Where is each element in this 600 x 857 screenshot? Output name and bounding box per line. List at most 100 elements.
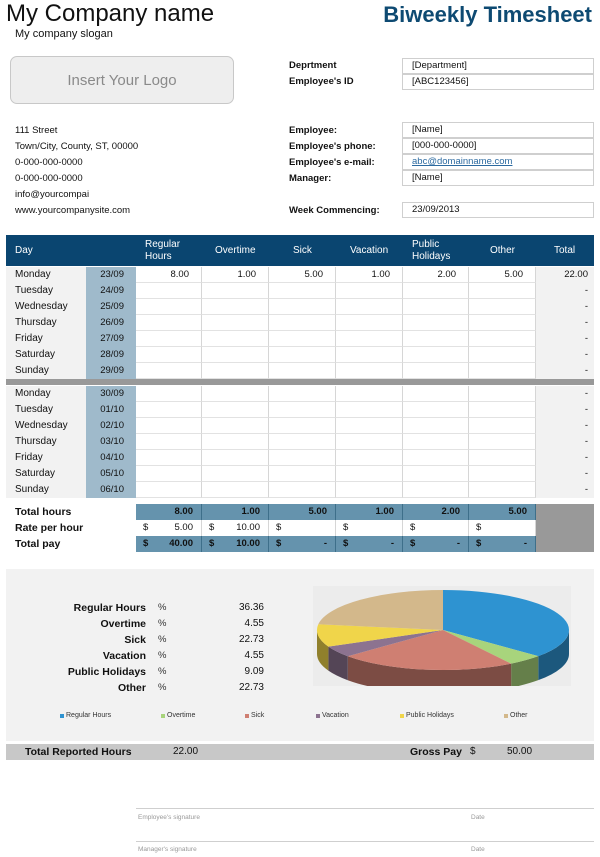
regular-cell[interactable] xyxy=(136,482,202,498)
regular-cell[interactable] xyxy=(136,402,202,418)
department-field[interactable]: [Department] xyxy=(402,58,594,74)
manager-signature-line[interactable] xyxy=(136,841,594,842)
sick-cell[interactable] xyxy=(269,450,336,466)
week-commencing-field[interactable]: 23/09/2013 xyxy=(402,202,594,218)
sick-cell[interactable] xyxy=(269,283,336,299)
vacation-cell[interactable] xyxy=(336,347,403,363)
regular-cell[interactable] xyxy=(136,315,202,331)
rate-per-hour-overtime[interactable]: $10.00 xyxy=(202,520,269,536)
email-field[interactable]: abc@domainname.com xyxy=(402,154,594,170)
vacation-cell[interactable]: 1.00 xyxy=(336,267,403,283)
overtime-cell[interactable] xyxy=(202,466,269,482)
sick-cell[interactable] xyxy=(269,418,336,434)
other-cell[interactable] xyxy=(469,299,536,315)
vacation-cell[interactable] xyxy=(336,450,403,466)
sick-cell[interactable] xyxy=(269,402,336,418)
employee-signature-line[interactable] xyxy=(136,808,594,809)
sick-cell[interactable] xyxy=(269,466,336,482)
public-holidays-cell[interactable] xyxy=(403,347,469,363)
rate-per-hour-public-holidays[interactable]: $ xyxy=(403,520,469,536)
vacation-cell[interactable] xyxy=(336,315,403,331)
overtime-cell[interactable]: 1.00 xyxy=(202,267,269,283)
vacation-cell[interactable] xyxy=(336,418,403,434)
employee-id-field[interactable]: [ABC123456] xyxy=(402,74,594,90)
overtime-cell[interactable] xyxy=(202,331,269,347)
sick-cell[interactable] xyxy=(269,315,336,331)
overtime-cell[interactable] xyxy=(202,418,269,434)
public-holidays-cell[interactable] xyxy=(403,418,469,434)
rate-per-hour-sick[interactable]: $ xyxy=(269,520,336,536)
overtime-cell[interactable] xyxy=(202,386,269,402)
public-holidays-cell[interactable] xyxy=(403,283,469,299)
logo-placeholder[interactable]: Insert Your Logo xyxy=(10,56,234,104)
overtime-cell[interactable] xyxy=(202,402,269,418)
overtime-cell[interactable] xyxy=(202,450,269,466)
sick-cell[interactable] xyxy=(269,331,336,347)
vacation-cell[interactable] xyxy=(336,434,403,450)
regular-cell[interactable] xyxy=(136,347,202,363)
overtime-cell[interactable] xyxy=(202,315,269,331)
sick-cell[interactable] xyxy=(269,347,336,363)
public-holidays-cell[interactable] xyxy=(403,315,469,331)
vacation-cell[interactable] xyxy=(336,363,403,379)
sick-cell[interactable] xyxy=(269,299,336,315)
manager-field[interactable]: [Name] xyxy=(402,170,594,186)
sick-cell[interactable] xyxy=(269,482,336,498)
regular-cell[interactable] xyxy=(136,363,202,379)
overtime-cell[interactable] xyxy=(202,482,269,498)
other-cell[interactable] xyxy=(469,434,536,450)
overtime-cell[interactable] xyxy=(202,363,269,379)
vacation-cell[interactable] xyxy=(336,283,403,299)
sick-cell[interactable] xyxy=(269,363,336,379)
public-holidays-cell[interactable]: 2.00 xyxy=(403,267,469,283)
regular-cell[interactable] xyxy=(136,386,202,402)
vacation-cell[interactable] xyxy=(336,402,403,418)
vacation-cell[interactable] xyxy=(336,482,403,498)
rate-per-hour-vacation[interactable]: $ xyxy=(336,520,403,536)
other-cell[interactable] xyxy=(469,466,536,482)
overtime-cell[interactable] xyxy=(202,299,269,315)
other-cell[interactable] xyxy=(469,482,536,498)
regular-cell[interactable] xyxy=(136,299,202,315)
regular-cell[interactable] xyxy=(136,466,202,482)
overtime-cell[interactable] xyxy=(202,434,269,450)
other-cell[interactable] xyxy=(469,315,536,331)
other-cell[interactable] xyxy=(469,283,536,299)
vacation-cell[interactable] xyxy=(336,331,403,347)
public-holidays-cell[interactable] xyxy=(403,386,469,402)
regular-cell[interactable] xyxy=(136,418,202,434)
rate-per-hour-other[interactable]: $ xyxy=(469,520,536,536)
other-cell[interactable] xyxy=(469,347,536,363)
public-holidays-cell[interactable] xyxy=(403,402,469,418)
overtime-cell[interactable] xyxy=(202,347,269,363)
regular-cell[interactable] xyxy=(136,331,202,347)
public-holidays-cell[interactable] xyxy=(403,466,469,482)
overtime-cell[interactable] xyxy=(202,283,269,299)
sick-cell[interactable]: 5.00 xyxy=(269,267,336,283)
vacation-cell[interactable] xyxy=(336,299,403,315)
regular-cell[interactable] xyxy=(136,283,202,299)
other-cell[interactable] xyxy=(469,418,536,434)
other-cell[interactable] xyxy=(469,402,536,418)
regular-cell[interactable]: 8.00 xyxy=(136,267,202,283)
other-cell[interactable]: 5.00 xyxy=(469,267,536,283)
public-holidays-cell[interactable] xyxy=(403,434,469,450)
sick-cell[interactable] xyxy=(269,434,336,450)
public-holidays-cell[interactable] xyxy=(403,299,469,315)
public-holidays-cell[interactable] xyxy=(403,331,469,347)
public-holidays-cell[interactable] xyxy=(403,450,469,466)
employee-field[interactable]: [Name] xyxy=(402,122,594,138)
other-cell[interactable] xyxy=(469,450,536,466)
vacation-cell[interactable] xyxy=(336,466,403,482)
regular-cell[interactable] xyxy=(136,450,202,466)
other-cell[interactable] xyxy=(469,386,536,402)
sick-cell[interactable] xyxy=(269,386,336,402)
other-cell[interactable] xyxy=(469,331,536,347)
regular-cell[interactable] xyxy=(136,434,202,450)
public-holidays-cell[interactable] xyxy=(403,363,469,379)
vacation-cell[interactable] xyxy=(336,386,403,402)
other-cell[interactable] xyxy=(469,363,536,379)
rate-per-hour-regular[interactable]: $5.00 xyxy=(136,520,202,536)
phone-field[interactable]: [000-000-0000] xyxy=(402,138,594,154)
public-holidays-cell[interactable] xyxy=(403,482,469,498)
